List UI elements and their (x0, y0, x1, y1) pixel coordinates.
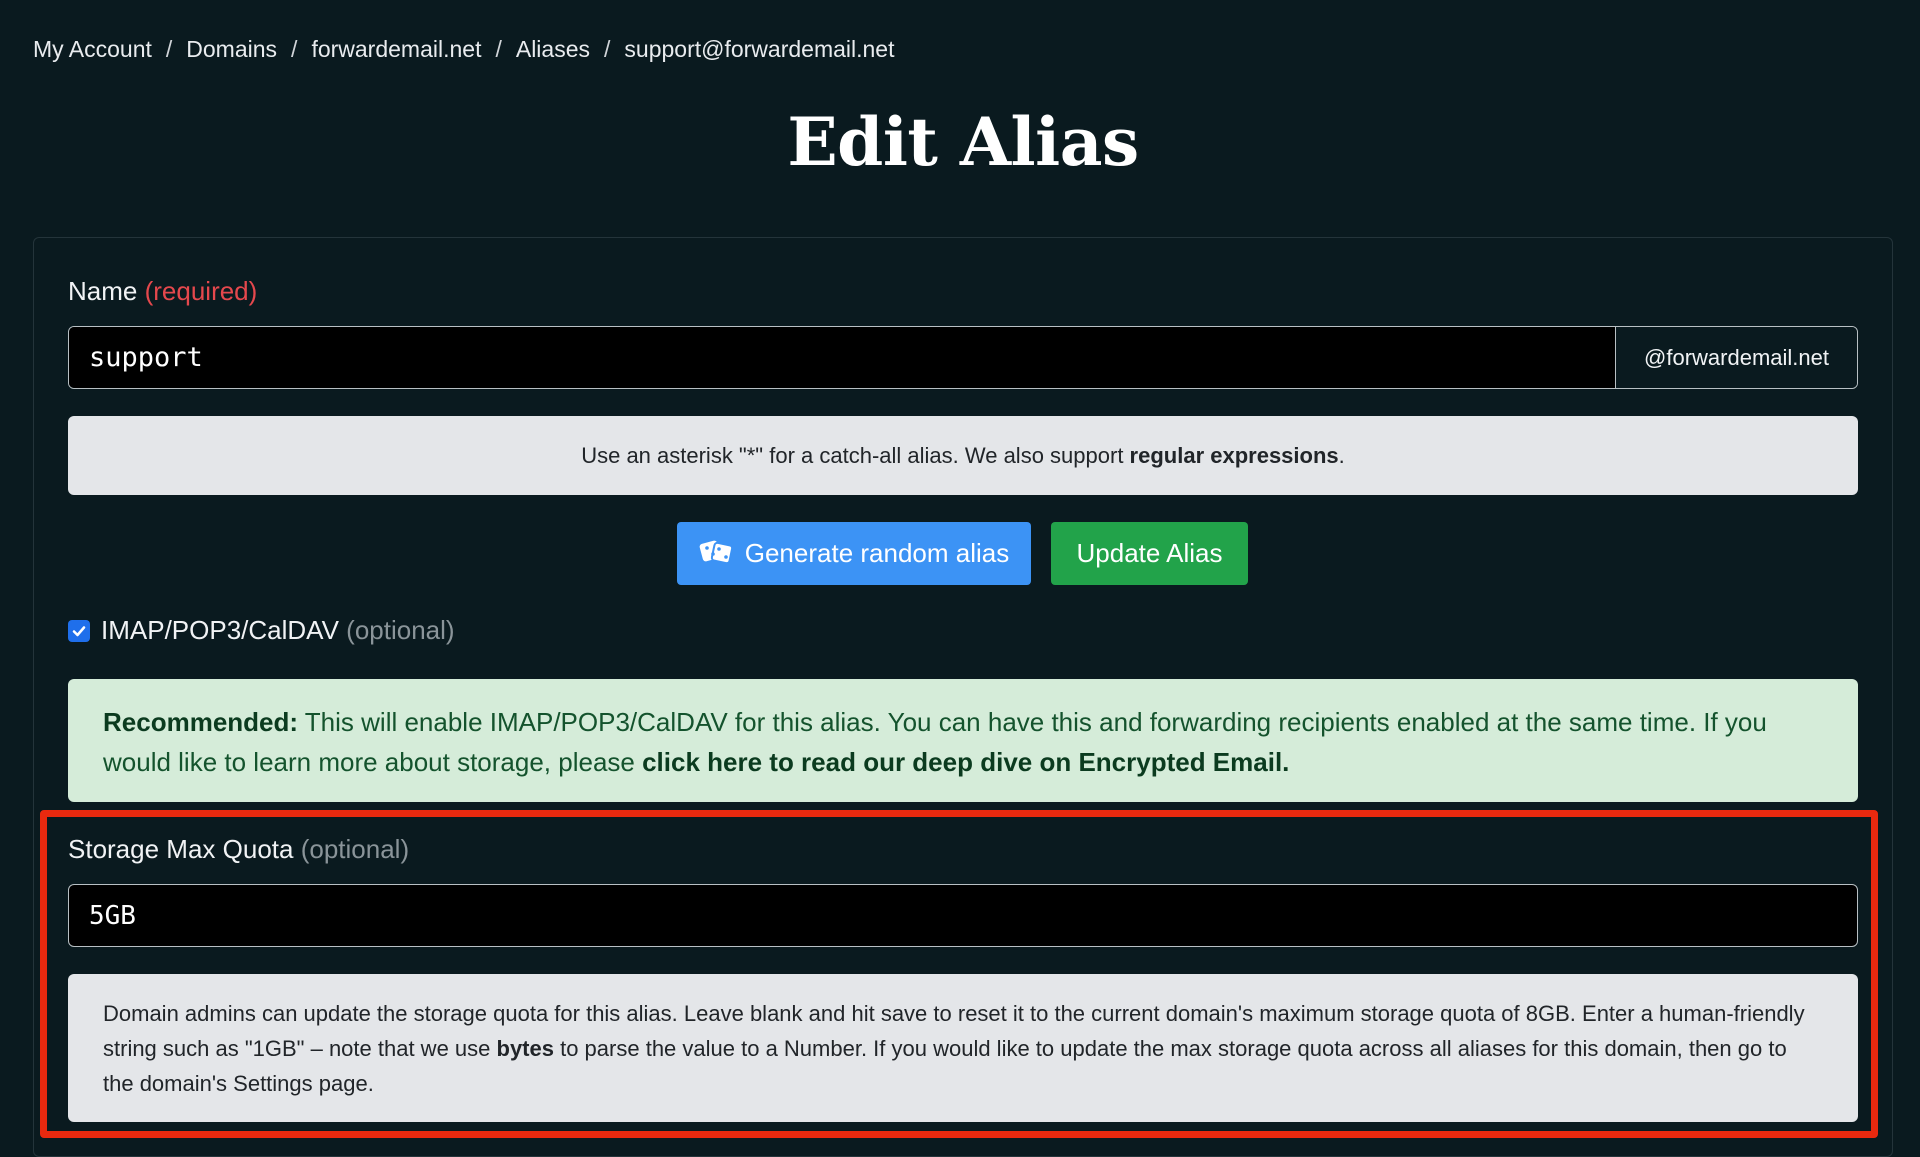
breadcrumb-aliases[interactable]: Aliases (516, 36, 590, 63)
breadcrumb-separator: / (604, 36, 611, 62)
imap-label[interactable]: IMAP/POP3/CalDAV (optional) (101, 615, 455, 646)
checkmark-icon (72, 626, 86, 637)
alert-strong: Recommended: (103, 707, 299, 737)
generate-random-alias-label: Generate random alias (744, 538, 1010, 568)
breadcrumb-separator: / (165, 36, 173, 62)
name-label: Name (required) (68, 276, 257, 307)
quota-help-text: Domain admins can update the storage quo… (68, 974, 1858, 1122)
page-title: Edit Alias (787, 103, 1139, 181)
breadcrumb-domains[interactable]: Domains (186, 36, 277, 63)
breadcrumb-domain[interactable]: forwardemail.net (311, 36, 481, 63)
quota-label-text: Storage Max Quota (68, 834, 294, 864)
name-label-text: Name (68, 276, 138, 306)
update-alias-button[interactable]: Update Alias (1051, 522, 1248, 585)
name-help-text: Use an asterisk "*" for a catch-all alia… (68, 416, 1858, 495)
optional-indicator: (optional) (346, 615, 455, 645)
breadcrumb-separator: / (291, 36, 298, 62)
storage-quota-input[interactable] (68, 884, 1858, 947)
breadcrumb-separator: / (495, 36, 502, 62)
breadcrumb-current-alias: support@forwardemail.net (624, 36, 895, 62)
imap-checkbox[interactable] (68, 620, 90, 642)
dice-icon (699, 535, 735, 572)
imap-label-text: IMAP/POP3/CalDAV (101, 615, 339, 645)
breadcrumb-my-account[interactable]: My Account (33, 36, 152, 63)
quota-label: Storage Max Quota (optional) (68, 834, 409, 865)
optional-indicator: (optional) (300, 834, 410, 864)
name-help-text-before: Use an asterisk "*" for a catch-all alia… (581, 442, 1130, 468)
regular-expressions-link[interactable]: regular expressions (1130, 443, 1339, 469)
breadcrumb: My Account / Domains / forwardemail.net … (33, 36, 895, 63)
name-input[interactable] (69, 327, 1615, 388)
generate-random-alias-button[interactable]: Generate random alias (677, 522, 1031, 585)
name-help-text-after: . (1338, 442, 1345, 468)
recommended-alert: Recommended: This will enable IMAP/POP3/… (68, 679, 1858, 802)
encrypted-email-link[interactable]: click here to read our deep dive on Encr… (642, 747, 1289, 777)
bytes-link[interactable]: bytes (497, 1036, 554, 1061)
required-indicator: (required) (144, 276, 258, 306)
domain-suffix: @forwardemail.net (1615, 327, 1857, 388)
name-input-group: @forwardemail.net (68, 326, 1858, 389)
